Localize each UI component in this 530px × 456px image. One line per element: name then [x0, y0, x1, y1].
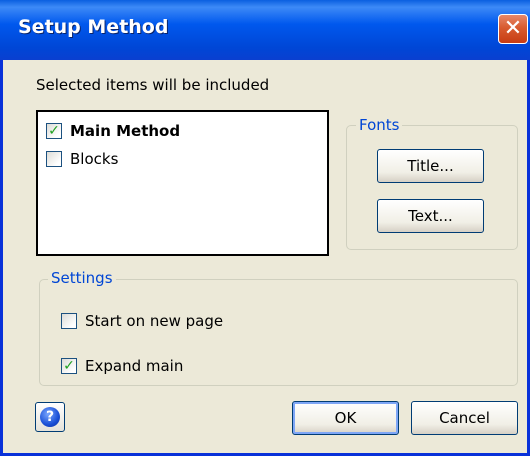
close-icon: ✕ — [503, 16, 523, 41]
main-method-label: Main Method — [70, 122, 181, 140]
start-on-new-page-checkbox[interactable] — [61, 313, 77, 329]
checkmark-icon: ✓ — [63, 358, 75, 374]
list-item-blocks[interactable]: Blocks — [46, 150, 118, 168]
expand-main-row[interactable]: ✓ Expand main — [61, 357, 183, 375]
main-method-checkbox[interactable]: ✓ — [46, 123, 62, 139]
fonts-group-label: Fonts — [356, 116, 403, 134]
items-listbox[interactable]: ✓ Main Method Blocks — [36, 110, 329, 256]
start-on-new-page-row[interactable]: Start on new page — [61, 312, 223, 330]
instruction-text: Selected items will be included — [36, 76, 270, 94]
ok-button[interactable]: OK — [292, 401, 399, 435]
checkmark-icon: ✓ — [48, 123, 60, 139]
title-font-button[interactable]: Title... — [377, 149, 484, 183]
cancel-button[interactable]: Cancel — [411, 401, 518, 435]
help-button[interactable]: ? — [35, 402, 65, 432]
expand-main-checkbox[interactable]: ✓ — [61, 358, 77, 374]
start-on-new-page-label: Start on new page — [85, 312, 224, 330]
text-font-button[interactable]: Text... — [377, 199, 484, 233]
blocks-label: Blocks — [70, 150, 119, 168]
window-title: Setup Method — [18, 16, 169, 38]
title-bar[interactable]: Setup Method ✕ — [0, 0, 530, 60]
list-item-main-method[interactable]: ✓ Main Method — [46, 122, 180, 140]
setup-method-dialog: Setup Method ✕ Selected items will be in… — [0, 0, 530, 456]
settings-group-label: Settings — [48, 269, 116, 287]
close-button[interactable]: ✕ — [498, 14, 528, 44]
expand-main-label: Expand main — [85, 357, 184, 375]
help-icon: ? — [40, 407, 60, 427]
blocks-checkbox[interactable] — [46, 151, 62, 167]
